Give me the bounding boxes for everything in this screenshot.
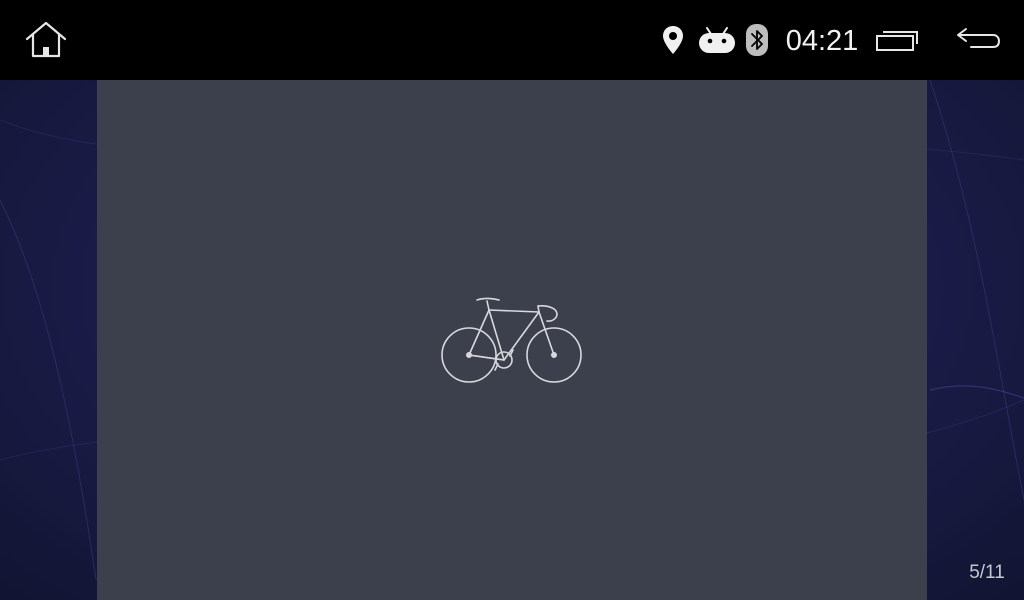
- recent-apps-button[interactable]: [866, 0, 930, 80]
- android-icon: [696, 0, 738, 80]
- bicycle-icon: [441, 292, 583, 388]
- back-arrow-icon: [957, 28, 1000, 48]
- location-pin-icon: [658, 0, 688, 80]
- screen: 5/11 04:21: [0, 0, 1024, 600]
- content-panel[interactable]: [97, 80, 927, 600]
- clock: 04:21: [785, 25, 859, 57]
- recent-apps-icon: [876, 31, 918, 51]
- home-icon: [25, 21, 67, 58]
- status-bar: 04:21: [0, 0, 1024, 80]
- back-button[interactable]: [944, 0, 1012, 80]
- page-indicator: 5/11: [969, 562, 1005, 583]
- bluetooth-icon: [744, 0, 770, 80]
- home-button[interactable]: [14, 0, 78, 80]
